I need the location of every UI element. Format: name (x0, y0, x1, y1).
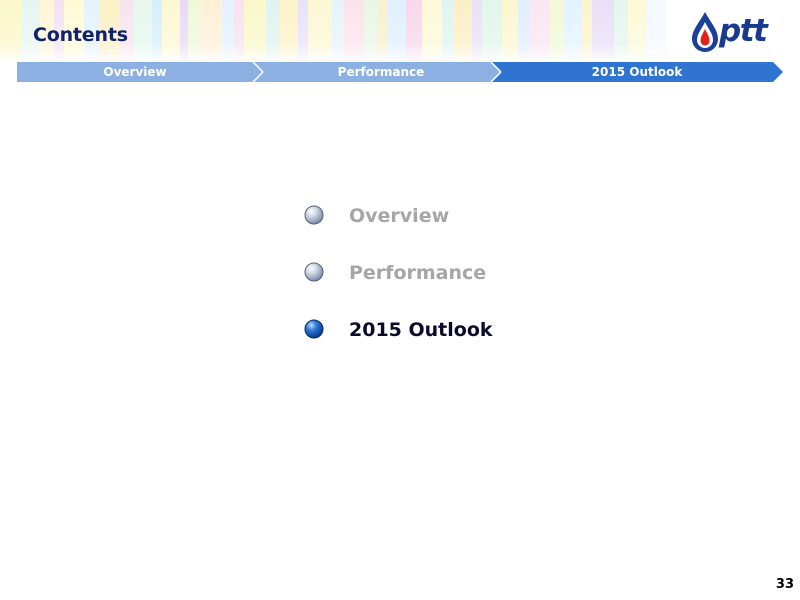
bullet-sphere-active-icon (304, 319, 324, 339)
page-number: 33 (775, 577, 794, 592)
agenda-item-label: Overview (349, 205, 450, 227)
bullet-sphere-icon (304, 205, 324, 225)
bullet-sphere-icon (304, 262, 324, 282)
agenda-list: Overview Performance 2015 Outlook (0, 0, 800, 600)
agenda-item-label: 2015 Outlook (349, 319, 493, 341)
agenda-item-label: Performance (349, 262, 487, 284)
